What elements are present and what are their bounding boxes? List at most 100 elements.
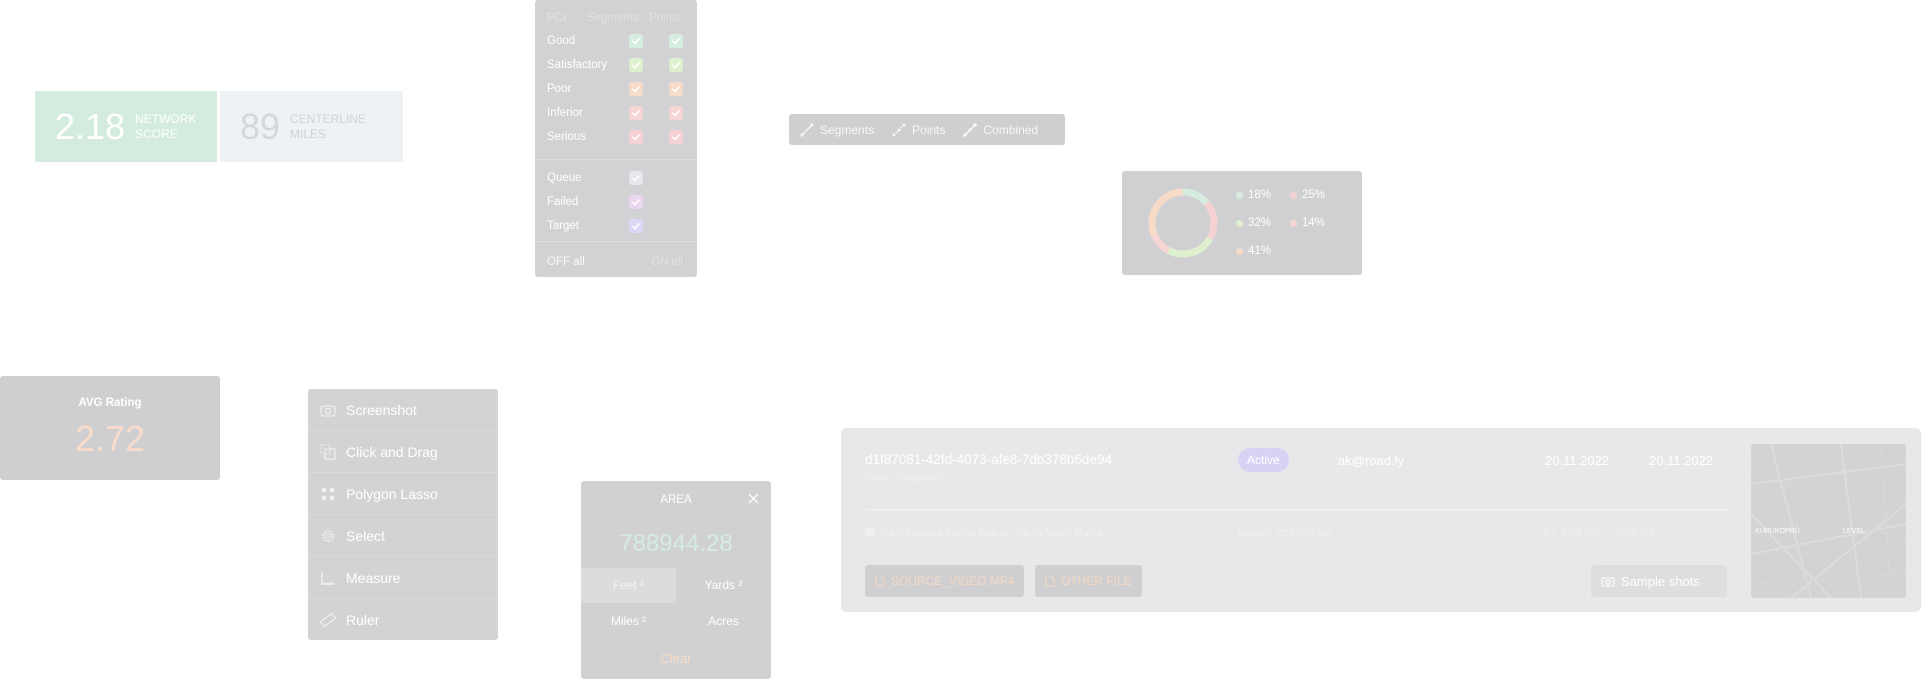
session-card[interactable]: d1f87081-42fd-4073-afe8-7db378b6de94 Rou… [841,428,1921,612]
ruler-icon [320,612,346,628]
pci-filter-panel: PCI Segments Points Good Satisfactory Poor… [535,0,697,277]
file-icon [875,575,885,587]
legend-dot [1236,247,1243,255]
donut-legend-item: 14% [1290,217,1325,229]
map-thumbnail[interactable]: KURUKÖPRÜ LEVEL [1751,444,1906,598]
grid-icon [320,486,346,502]
tool-select[interactable]: Select [308,515,498,557]
pci-row: Good [547,34,692,58]
segments-checkbox[interactable] [629,34,643,48]
tool-label: Ruler [346,612,380,628]
status-row-label: Failed [547,196,579,208]
combined-button[interactable]: Combined [963,123,1038,137]
points-icon [892,123,906,136]
close-icon[interactable] [748,493,759,504]
pci-row: Poor [547,82,692,106]
avg-rating-value: 2.72 [74,418,146,459]
sample-shots-button[interactable]: Sample shots [1591,565,1727,597]
source-video-label: SOURCE_VIDEO.MP4 [891,574,1015,588]
segments-checkbox[interactable] [629,58,643,72]
gear-icon [320,528,346,544]
measure-icon [320,570,346,586]
other-file-label: OTHER FILE [1061,574,1132,588]
tool-measure[interactable]: Measure [308,557,498,599]
donut-legend-item: 41% [1236,245,1271,257]
session-end-date: 20.11.2022 [1649,453,1714,468]
donut-legend-item: 25% [1290,189,1325,201]
location-icon [865,527,875,537]
status-checkbox[interactable] [629,171,643,185]
copy-icon [320,443,346,460]
unit-acres[interactable]: Acres [676,604,771,639]
centerline-miles-label: CENTERLINE MILES [290,112,366,142]
on-all-button[interactable]: ON all [651,256,683,268]
session-address: Gazi Mustafa Kemal Bulvarı, Mollа Yusuf … [881,527,1103,539]
points-button[interactable]: Points [892,123,945,137]
file-icon [1045,575,1055,587]
status-row: Queue [547,171,692,195]
session-divider [865,509,1729,510]
unit-feet-sq[interactable]: Feet ² [581,568,676,603]
centerline-miles-value: 89 [240,105,281,147]
pci-row: Serious [547,130,692,154]
legend-label: 18% [1248,189,1272,201]
segments-label: Segments [820,122,875,137]
network-score-label: NETWORK SCORE [135,112,196,142]
legend-label: 25% [1302,189,1326,201]
other-file-button[interactable]: OTHER FILE [1035,565,1142,597]
sample-shots-label: Sample shots [1621,573,1700,589]
legend-label: 41% [1248,245,1272,257]
status-checkbox[interactable] [629,195,643,209]
pci-distribution-card: 18% 25% 32% 14% 41% [1122,171,1362,275]
unit-miles-sq[interactable]: Miles ² [581,604,676,639]
segments-column-header: Segments [587,12,639,24]
network-score-value: 2.18 [55,105,126,147]
points-checkbox[interactable] [669,106,683,120]
tool-click-and-drag[interactable]: Click and Drag [308,431,498,473]
off-all-button[interactable]: OFF all [547,256,585,268]
status-row: Target [547,219,692,243]
points-label: Points [912,122,946,137]
network-score-label-line2: SCORE [135,126,178,141]
pci-row-label: Serious [547,131,586,143]
segments-checkbox[interactable] [629,82,643,96]
donut-legend-item: 18% [1236,189,1271,201]
clock-icon [1545,527,1555,537]
legend-dot [1290,219,1297,227]
avg-rating-title: AVG Rating [78,397,142,409]
combined-label: Combined [983,122,1039,137]
status-badge: Active [1238,448,1289,472]
pci-row-label: Poor [547,83,572,95]
tool-polygon-lasso[interactable]: Polygon Lasso [308,473,498,515]
donut-slice [1148,188,1184,237]
segments-checkbox[interactable] [629,106,643,120]
tool-screenshot[interactable]: Screenshot [308,389,498,431]
segments-checkbox[interactable] [629,130,643,144]
points-checkbox[interactable] [669,58,683,72]
status-checkbox[interactable] [629,219,643,233]
tool-label: Click and Drag [346,443,438,460]
unit-yards-sq[interactable]: Yards ² [676,568,771,603]
area-value: 788944.28 [619,530,733,557]
tool-ruler[interactable]: Ruler [308,599,498,641]
pci-row: Satisfactory [547,58,692,82]
donut-slice [1151,233,1171,254]
session-start-date: 20.11.2022 [1545,453,1610,468]
source-video-button[interactable]: SOURCE_VIDEO.MP4 [865,565,1025,597]
points-checkbox[interactable] [669,34,683,48]
centerline-miles-label-line1: CENTERLINE [290,111,367,126]
centerline-miles-card: 89 CENTERLINE MILES [220,91,403,162]
area-measure-panel: AREA 788944.28 Feet ² Yards ² Miles ² Ac… [581,481,771,679]
points-checkbox[interactable] [669,82,683,96]
clear-button[interactable]: Clear [581,651,771,666]
points-checkbox[interactable] [669,130,683,144]
points-column-header: Points [649,12,681,24]
donut-slice [1166,236,1214,258]
pci-footer-divider [535,241,697,242]
map-label-2: LEVEL [1843,528,1865,535]
session-id[interactable]: d1f87081-42fd-4073-afe8-7db378b6de94 [865,452,1112,467]
segments-button[interactable]: Segments [800,123,874,137]
donut-slice [1203,200,1218,240]
session-length: Length: 223.00 Feet [1238,527,1332,539]
tool-label: Select [346,527,385,544]
